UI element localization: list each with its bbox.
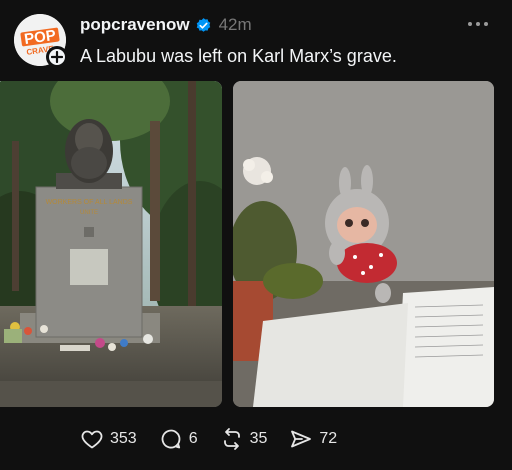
- timestamp: 42m: [218, 15, 252, 34]
- heart-icon: [81, 430, 103, 449]
- follow-button[interactable]: [46, 46, 68, 68]
- like-count: 353: [110, 430, 137, 447]
- post-image-labubu[interactable]: [233, 81, 494, 407]
- share-count: 72: [319, 430, 338, 447]
- svg-text:UNITE: UNITE: [80, 210, 98, 216]
- reply-count: 6: [188, 430, 198, 447]
- repost-icon: [223, 428, 240, 450]
- repost-button[interactable]: 35: [220, 427, 268, 451]
- post-image-tomb[interactable]: WORKERS OF ALL LANDS UNITE: [0, 81, 222, 407]
- svg-text:WORKERS OF ALL LANDS: WORKERS OF ALL LANDS: [46, 199, 133, 206]
- action-bar: 353 6 35 72: [80, 426, 359, 452]
- more-icon[interactable]: [468, 20, 490, 28]
- share-button[interactable]: 72: [289, 427, 337, 451]
- post-caption: A Labubu was left on Karl Marx’s grave.: [80, 46, 397, 66]
- post-card: POP CRAVE popcravenow 42m A Labubu was l…: [0, 0, 512, 470]
- tomb-photo: WORKERS OF ALL LANDS UNITE: [0, 81, 222, 407]
- like-button[interactable]: 353: [80, 427, 137, 451]
- post-header: popcravenow 42m: [80, 14, 252, 36]
- reply-button[interactable]: 6: [159, 427, 198, 451]
- share-icon: [291, 430, 312, 448]
- repost-count: 35: [249, 430, 268, 447]
- labubu-photo: [233, 81, 494, 407]
- reply-icon: [161, 429, 181, 449]
- plus-icon: [51, 51, 63, 63]
- username[interactable]: popcravenow: [80, 15, 190, 35]
- verified-icon: [196, 17, 210, 32]
